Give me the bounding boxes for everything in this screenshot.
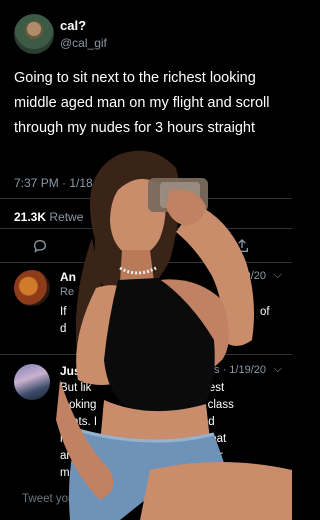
reply-date: 1/19/20 xyxy=(229,270,266,282)
reply-text-line: mor xyxy=(60,467,80,479)
avatar[interactable] xyxy=(14,14,54,54)
tweet-actions xyxy=(30,236,260,256)
reply-author[interactable]: An xyxy=(60,270,76,284)
reply-text-line: But lik be the richest xyxy=(60,382,225,394)
reply-text-line: If xyxy=(60,306,67,318)
reply-text-line: and a ot. Play your xyxy=(60,450,223,462)
reply-text-line: hundr a bigger seat xyxy=(60,433,227,445)
reply-composer[interactable]: Tweet your xyxy=(10,488,282,512)
reply-input-placeholder[interactable]: Tweet your xyxy=(22,493,78,505)
reply-icon xyxy=(33,239,47,253)
reply-text-line: d xyxy=(60,323,67,335)
retweet-count[interactable]: 21.3K Retwe xyxy=(14,210,83,224)
reply-avatar[interactable] xyxy=(14,364,50,400)
chevron-down-icon[interactable]: ⌵ xyxy=(274,363,282,376)
reply-author[interactable]: Just xyxy=(60,364,85,378)
reply-text-line: looking hem first class xyxy=(60,399,234,411)
reply-button[interactable] xyxy=(30,236,50,256)
retweet-count-value: 21.3K xyxy=(14,210,47,224)
reply-context: Re xyxy=(60,286,75,298)
divider xyxy=(0,354,292,355)
reply-item[interactable]: Just es · 1/19/20 ⌵ But lik be the riche… xyxy=(14,363,284,482)
tweet-text: Going to sit next to the richest looking… xyxy=(14,70,270,136)
reply-item[interactable]: An 1/19/20 ⌵ Re If d of xyxy=(14,269,284,340)
user-handle[interactable]: @cal_gif xyxy=(60,36,107,50)
divider xyxy=(0,262,292,263)
reply-text-line: seats. I ever spend xyxy=(60,416,215,428)
tweet-timestamp: 7:37 PM · 1/18 xyxy=(14,176,93,190)
chevron-down-icon[interactable]: ⌵ xyxy=(274,269,282,282)
tweet-screen: cal? @cal_gif Going to sit next to the r… xyxy=(0,0,292,520)
divider xyxy=(0,198,292,199)
share-button[interactable] xyxy=(232,236,252,256)
reply-avatar[interactable] xyxy=(14,270,50,306)
divider xyxy=(0,228,292,229)
retweet-count-label: Retwe xyxy=(49,210,84,224)
reply-text-fragment: of xyxy=(260,306,270,318)
share-icon xyxy=(236,239,248,252)
tweet-header: cal? @cal_gif xyxy=(14,14,284,58)
display-name[interactable]: cal? xyxy=(60,18,86,33)
reply-date: es · 1/19/20 xyxy=(207,364,266,376)
